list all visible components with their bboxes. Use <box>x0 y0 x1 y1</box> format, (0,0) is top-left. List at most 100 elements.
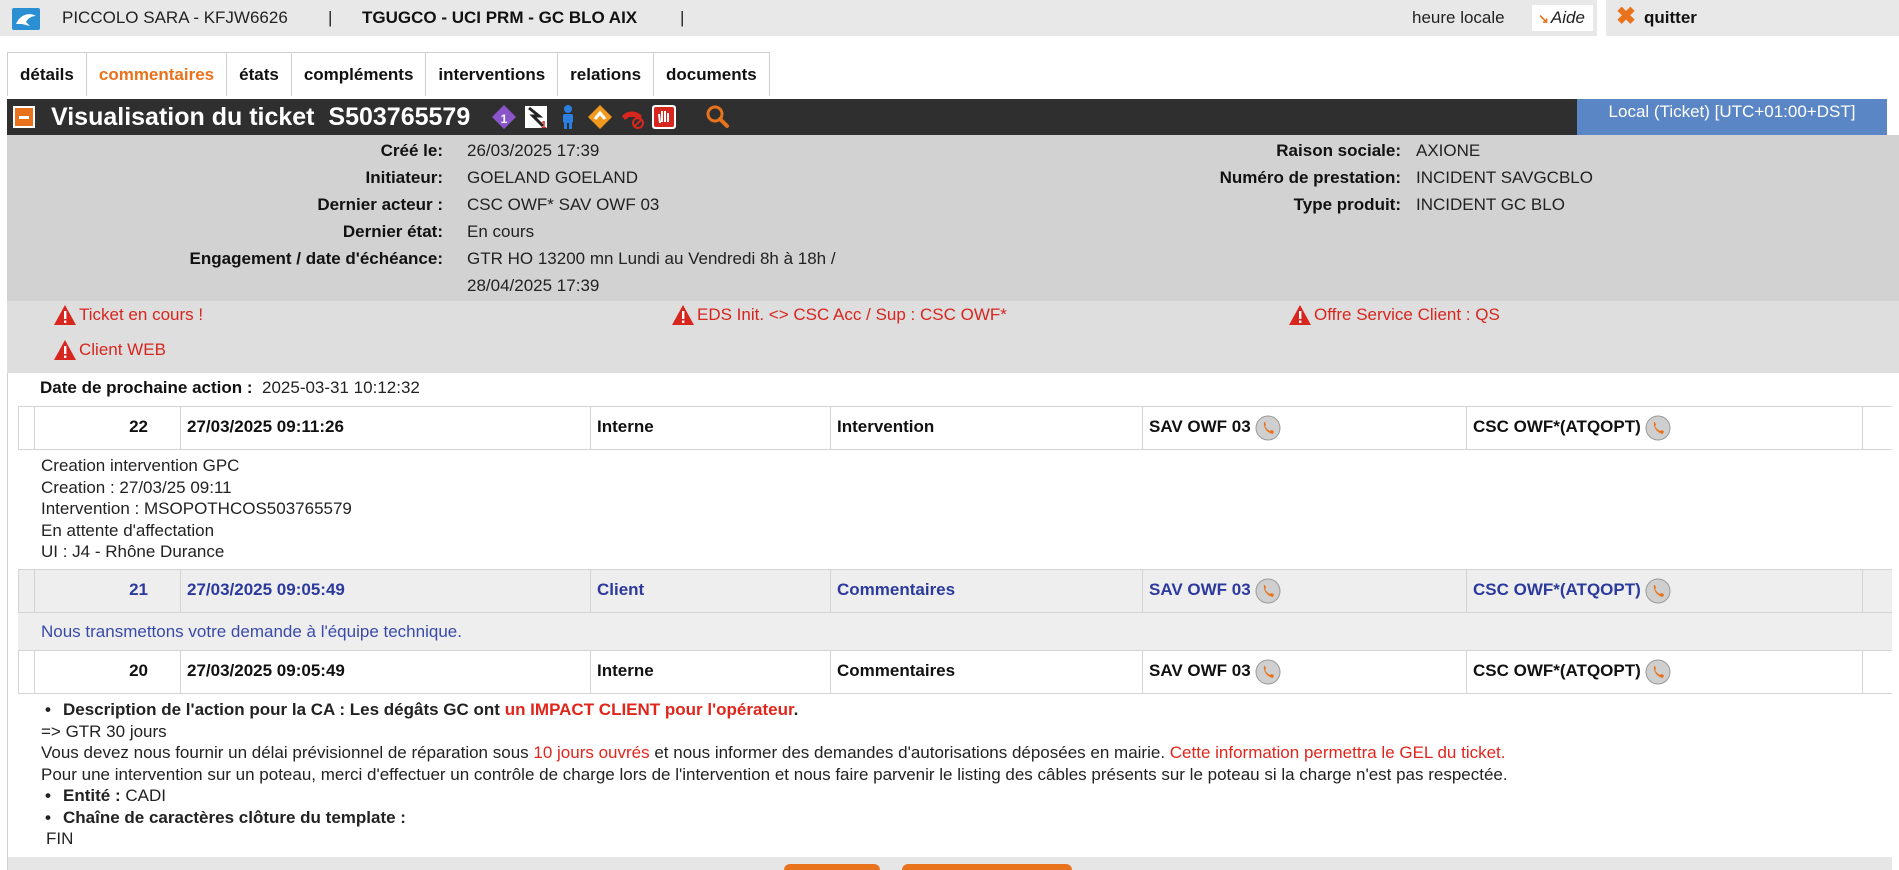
phone-icon[interactable] <box>1255 659 1281 685</box>
tab-complements[interactable]: compléments <box>290 52 427 96</box>
ticket-info-panel: Créé le: 26/03/2025 17:39 Initiateur: GO… <box>7 135 1899 301</box>
no-call-icon <box>619 104 645 130</box>
tab-documents[interactable]: documents <box>653 52 770 96</box>
warning-icon <box>54 305 76 325</box>
alert-item: Client WEB <box>53 339 166 361</box>
tab-interventions[interactable]: interventions <box>425 52 559 96</box>
tab-relations[interactable]: relations <box>557 52 655 96</box>
title-text: Visualisation du ticket <box>51 103 315 131</box>
priority-1-icon: 1 <box>491 104 517 130</box>
company-label: Raison sociale: <box>1276 141 1401 160</box>
comment-visibility: Interne <box>590 651 830 693</box>
gel-text: Cette information permettra le GEL du ti… <box>1169 743 1506 762</box>
comment-number: 22 <box>34 407 152 449</box>
last-actor-label: Dernier acteur : <box>317 195 443 214</box>
product-type-value: INCIDENT GC BLO <box>1416 195 1565 214</box>
comment-body: Nous transmettons votre demande à l'équi… <box>41 622 462 641</box>
impact-text: un IMPACT CLIENT pour l'opérateur <box>504 700 794 719</box>
description-label: Description de l'action pour la CA : Les… <box>63 700 505 719</box>
to-label: CSC OWF*(ATQOPT) <box>1473 580 1641 599</box>
search-icon[interactable] <box>704 103 730 134</box>
comment-number: 20 <box>34 651 152 693</box>
comment-date: 27/03/2025 09:11:26 <box>180 407 590 449</box>
phone-icon[interactable] <box>1255 578 1281 604</box>
footer-button[interactable] <box>902 864 1072 870</box>
last-state-label: Dernier état: <box>342 222 443 241</box>
comment-visibility: Client <box>590 570 830 612</box>
engagement-label: Engagement / date d'échéance: <box>189 249 443 268</box>
dolphin-logo-icon[interactable] <box>12 8 40 30</box>
fin-line: FIN <box>46 829 74 848</box>
product-type-label: Type produit: <box>1293 195 1401 214</box>
company-value: AXIONE <box>1416 141 1481 160</box>
instructions-b: et nous informer des demandes d'autorisa… <box>649 743 1170 762</box>
local-time-link[interactable]: heure locale <box>1412 8 1505 28</box>
collapse-button[interactable] <box>13 106 35 128</box>
header-edge <box>1887 99 1899 135</box>
help-link[interactable]: ↘ Aide <box>1532 5 1593 31</box>
initiator-value: GOELAND GOELAND <box>467 168 638 187</box>
comment-header-row[interactable]: 20 27/03/2025 09:05:49 Interne Commentai… <box>18 650 1892 694</box>
next-action: Date de prochaine action : 2025-03-31 10… <box>40 378 420 398</box>
phone-icon[interactable] <box>1645 415 1671 441</box>
to-label: CSC OWF*(ATQOPT) <box>1473 661 1641 680</box>
top-bar: PICCOLO SARA - KFJW6626 | TGUGCO - UCI P… <box>0 0 1899 36</box>
comment-from: SAV OWF 03 <box>1142 570 1466 612</box>
comment-date: 27/03/2025 09:05:49 <box>180 651 590 693</box>
alert-text: Offre Service Client : QS <box>1314 305 1500 324</box>
instructions-line: Vous devez nous fournir un délai prévisi… <box>41 742 1881 764</box>
status-icons: 1 1 <box>491 104 677 131</box>
quit-button[interactable]: ✖ quitter <box>1606 0 1899 36</box>
entity-value: CADI <box>120 786 166 805</box>
comment-number: 21 <box>34 570 152 612</box>
description-end: . <box>793 700 799 719</box>
phone-icon[interactable] <box>1255 415 1281 441</box>
initiator-label: Initiateur: <box>365 168 443 187</box>
person-icon <box>555 104 581 130</box>
help-label: Aide <box>1550 8 1585 27</box>
phone-icon[interactable] <box>1645 659 1671 685</box>
timezone-indicator: Local (Ticket) [UTC+01:00+DST] <box>1577 99 1887 135</box>
phone-icon[interactable] <box>1645 578 1671 604</box>
row-cell <box>1862 651 1892 693</box>
close-icon: ✖ <box>1616 3 1637 30</box>
ticket-id: S503765579 <box>328 103 471 131</box>
tab-etats[interactable]: états <box>226 52 292 96</box>
warning-icon <box>1289 305 1311 325</box>
routing-icon <box>587 104 613 130</box>
comment-to: CSC OWF*(ATQOPT) <box>1466 651 1862 693</box>
comment-visibility: Interne <box>590 407 830 449</box>
engagement-date: 28/04/2025 17:39 <box>467 276 600 295</box>
instructions-a: Vous devez nous fournir un délai prévisi… <box>41 743 534 762</box>
row-cell <box>18 407 34 449</box>
template-line: Chaîne de caractères clôture du template… <box>41 807 1881 829</box>
comment-to: CSC OWF*(ATQOPT) <box>1466 570 1862 612</box>
escalation-1-icon: 1 <box>523 104 549 131</box>
row-cell <box>1862 407 1892 449</box>
comment-header-row[interactable]: 21 27/03/2025 09:05:49 Client Commentair… <box>18 569 1892 613</box>
warning-icon <box>54 340 76 360</box>
created-value: 26/03/2025 17:39 <box>467 141 600 160</box>
entity-label: Entité : <box>63 786 121 805</box>
site-name: TGUGCO - UCI PRM - GC BLO AIX <box>362 8 638 27</box>
svg-text:1: 1 <box>541 120 547 130</box>
alert-text: Ticket en cours ! <box>79 305 204 324</box>
alert-text: EDS Init. <> CSC Acc / Sup : CSC OWF* <box>697 305 1007 324</box>
created-label: Créé le: <box>380 141 443 160</box>
footer-button[interactable] <box>784 864 880 870</box>
from-label: SAV OWF 03 <box>1149 417 1251 436</box>
user-identity: PICCOLO SARA - KFJW6626 <box>62 8 288 27</box>
tab-bar: détails commentaires états compléments i… <box>7 52 770 96</box>
alerts-panel: Ticket en cours ! EDS Init. <> CSC Acc /… <box>7 301 1899 373</box>
alert-item: EDS Init. <> CSC Acc / Sup : CSC OWF* <box>671 304 1007 326</box>
engagement-value: GTR HO 13200 mn Lundi au Vendredi 8h à 1… <box>467 249 836 268</box>
warning-icon <box>672 305 694 325</box>
comment-line: Intervention : MSOPOTHCOS503765579 <box>41 499 352 518</box>
tab-details[interactable]: détails <box>7 52 87 96</box>
comments-list: Date de prochaine action : 2025-03-31 10… <box>7 373 1892 870</box>
comment-header-row[interactable]: 22 27/03/2025 09:11:26 Interne Intervent… <box>18 406 1892 450</box>
comment-from: SAV OWF 03 <box>1142 651 1466 693</box>
row-cell <box>18 570 34 612</box>
last-state-value: En cours <box>467 222 535 241</box>
tab-commentaires[interactable]: commentaires <box>85 52 228 96</box>
